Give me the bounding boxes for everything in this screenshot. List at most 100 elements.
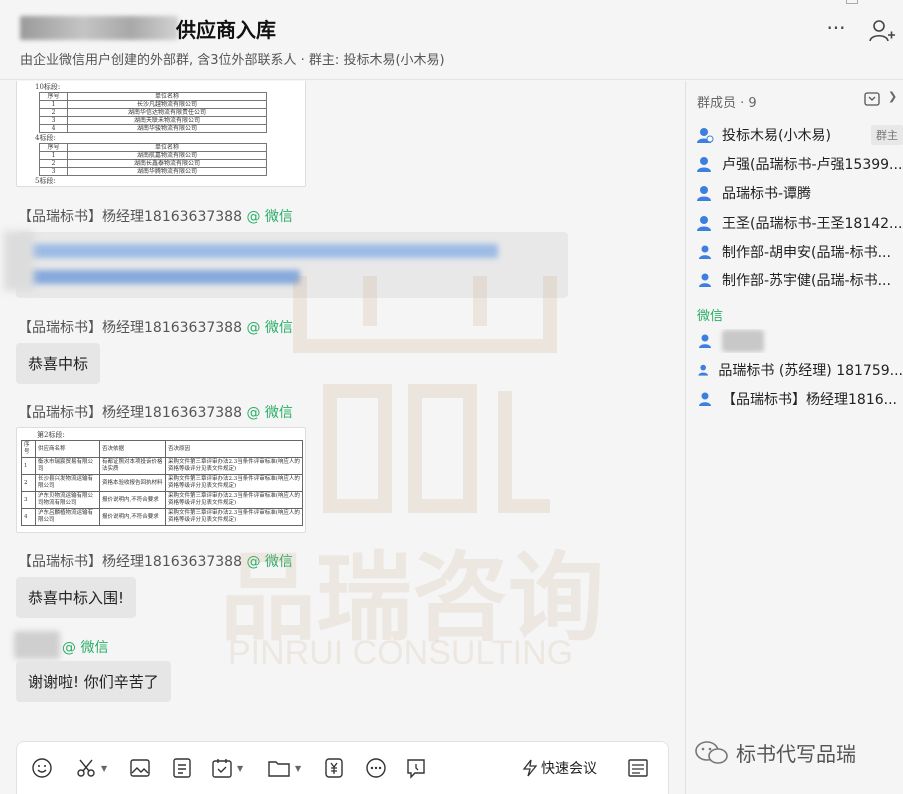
emoji-button[interactable] (31, 756, 53, 780)
message-composer[interactable]: ▼ ▼ ▼ 快速会议 (16, 741, 669, 794)
blur-artifact (4, 231, 34, 291)
chevron-down-icon: ▼ (237, 763, 244, 773)
quick-meeting-label: 快速会议 (541, 761, 597, 777)
todo-button[interactable]: ▼ (211, 756, 243, 780)
sender-name: 【品瑞标书】杨经理18163637388 (18, 405, 242, 421)
image-message-rejections[interactable]: 第2标段: 序号 供应商名称 否决依据 否决原因 1 衡水市瑞宸贸易有限公司 有都证照对本… (16, 427, 306, 533)
wechat-tag: @ 微信 (246, 209, 293, 225)
bolt-icon (522, 759, 538, 777)
redacted-line (28, 270, 300, 284)
message-sender[interactable]: 【品瑞标书】杨经理18163637388 @ 微信 (18, 317, 293, 337)
title-redacted-part (20, 16, 178, 40)
add-member-button[interactable] (866, 16, 896, 46)
cell: 资格本验收报告回执材料 (99, 474, 166, 492)
message-sender[interactable]: @ 微信 (62, 637, 108, 657)
roster-table-b: 序号 单位名称 1 湖南航嘉物流有限公司 2 湖南长鑫泰物流有限公司 3 湖南华腾物流有… (39, 143, 267, 176)
sender-name: 【品瑞标书】杨经理18163637388 (18, 554, 242, 570)
wechat-tag: @ 微信 (246, 320, 293, 336)
cell: 供应商名称 (35, 440, 100, 458)
cell: 序号 (39, 143, 68, 152)
cell: 采购文件第三章评审办法2.3当条件评审标准(响应人的资格等级评分见表文件规定) (165, 457, 303, 475)
cell: 2 (39, 108, 68, 117)
doc-caption: 5标段: (35, 177, 56, 185)
roster-table-a: 序号 单位名称 1 长沙凡越物流有限公司 2 湖南华信达物流有限责任公司 3 湖南天联未… (39, 92, 267, 133)
window-restore-button[interactable] (846, 0, 858, 4)
doc-caption: 第2标段: (37, 431, 65, 439)
screenshot-button[interactable]: ▼ (75, 756, 107, 780)
cell: 采购文件第三章评审办法2.3当条件评审标准(响应人的资格等级评分见表文件规定) (165, 491, 303, 509)
group-title: 供应商入库 (176, 18, 276, 42)
more-icon: ··· (826, 16, 846, 40)
message-sender[interactable]: 【品瑞标书】杨经理18163637388 @ 微信 (18, 402, 293, 422)
document-button[interactable] (171, 756, 193, 780)
cell: 长沙县兴发物流运输有限公司 (35, 474, 100, 492)
history-button[interactable] (627, 756, 649, 780)
member-icon (699, 273, 711, 287)
doc-icon (173, 758, 191, 778)
owner-badge: 群主 (871, 125, 903, 145)
member-name: 制作部-胡申安(品瑞-标书... (722, 245, 891, 261)
chat-record-button[interactable] (405, 756, 427, 780)
member-item[interactable]: 【品瑞标书】杨经理1816... (696, 387, 903, 411)
more-circle-icon (366, 758, 386, 778)
member-name: 【品瑞标书】杨经理1816... (722, 392, 897, 408)
member-name: 品瑞标书 (苏经理) 181759... (718, 363, 903, 379)
cell: 湖南华信达物流有限责任公司 (67, 108, 267, 117)
cell: 1 (39, 100, 68, 109)
sender-name: 【品瑞标书】杨经理18163637388 (18, 209, 242, 225)
member-item[interactable]: 王圣(品瑞标书-王圣18142... (696, 211, 903, 235)
message-bubble[interactable]: 恭喜中标 (16, 343, 101, 384)
wechat-section-title: 微信 (697, 309, 724, 324)
member-name: 王圣(品瑞标书-王圣18142... (722, 216, 903, 232)
scissors-icon (77, 759, 95, 777)
member-item[interactable] (696, 329, 903, 353)
message-sender[interactable]: 【品瑞标书】杨经理18163637388 @ 微信 (18, 551, 293, 571)
member-name: 卢强(品瑞标书-卢强15399... (722, 157, 903, 173)
member-item[interactable]: 制作部-胡申安(品瑞-标书... (696, 240, 903, 264)
cell: 3 (39, 167, 68, 176)
emoji-icon (32, 758, 52, 778)
cell: 采购文件第三章评审办法2.3当条件评审标准(响应人的资格等级评分见表文件规定) (165, 474, 303, 492)
chevron-right-icon[interactable]: ❯ (888, 90, 897, 103)
red-packet-button[interactable] (323, 756, 345, 780)
member-item[interactable]: 制作部-苏宇健(品瑞-标书... (696, 268, 903, 292)
cell: 湖南天联未物流有限公司 (67, 116, 267, 125)
member-name: 品瑞标书-谭腾 (722, 186, 812, 202)
cell: 报价说明内,不符合要求 (99, 508, 166, 526)
member-icon (699, 392, 711, 406)
cell: 沪东贝物流运输有限公司物流有限公司 (35, 491, 100, 509)
member-item[interactable]: 品瑞标书 (苏经理) 181759... (696, 358, 903, 382)
rejection-table: 序号 供应商名称 否决依据 否决原因 1 衡水市瑞宸贸易有限公司 有都证照对本项投诉价格法… (21, 440, 303, 526)
quick-meeting-button[interactable]: 快速会议 (522, 756, 597, 780)
wechat-tag: @ 微信 (246, 554, 293, 570)
member-count-title: 群成员 · 9 (697, 96, 757, 111)
image-button[interactable] (129, 756, 151, 780)
message-bubble[interactable]: 谢谢啦! 你们辛苦了 (16, 661, 171, 702)
wechat-tag: @ 微信 (62, 640, 109, 656)
redacted-message[interactable] (16, 232, 568, 298)
cell: 报价说明内,不符合要求 (99, 491, 166, 509)
more-tools-button[interactable] (365, 756, 387, 780)
member-name: 投标木易(小木易) (722, 128, 831, 144)
message-list[interactable]: 10标段: 序号 单位名称 1 长沙凡越物流有限公司 2 湖南华信达物流有限责任公司 … (0, 81, 685, 741)
chevron-down-icon: ▼ (295, 763, 302, 773)
member-item[interactable]: 投标木易(小木易) 群主 (696, 123, 903, 147)
wechat-tag: @ 微信 (246, 405, 293, 421)
collapse-icon[interactable] (864, 92, 880, 106)
file-button[interactable]: ▼ (267, 756, 301, 780)
cell: 4 (39, 124, 68, 133)
cell: 湖南华骏物流有限公司 (67, 124, 267, 133)
cell: 湖南华腾物流有限公司 (67, 167, 267, 176)
sender-name: 【品瑞标书】杨经理18163637388 (18, 320, 242, 336)
member-item[interactable]: 品瑞标书-谭腾 (696, 181, 903, 205)
cell: 衡水市瑞宸贸易有限公司 (35, 457, 100, 475)
cell: 长沙凡越物流有限公司 (67, 100, 267, 109)
message-sender[interactable]: 【品瑞标书】杨经理18163637388 @ 微信 (18, 206, 293, 226)
cell: 有都证照对本项投诉价格法实质 (99, 457, 166, 475)
member-icon (699, 334, 711, 348)
member-item[interactable]: 卢强(品瑞标书-卢强15399... (696, 152, 903, 176)
money-icon (325, 758, 343, 778)
message-bubble[interactable]: 恭喜中标入围! (16, 577, 137, 618)
image-message-roster[interactable]: 10标段: 序号 单位名称 1 长沙凡越物流有限公司 2 湖南华信达物流有限责任公司 … (16, 81, 306, 187)
more-button[interactable]: ··· (820, 16, 852, 44)
